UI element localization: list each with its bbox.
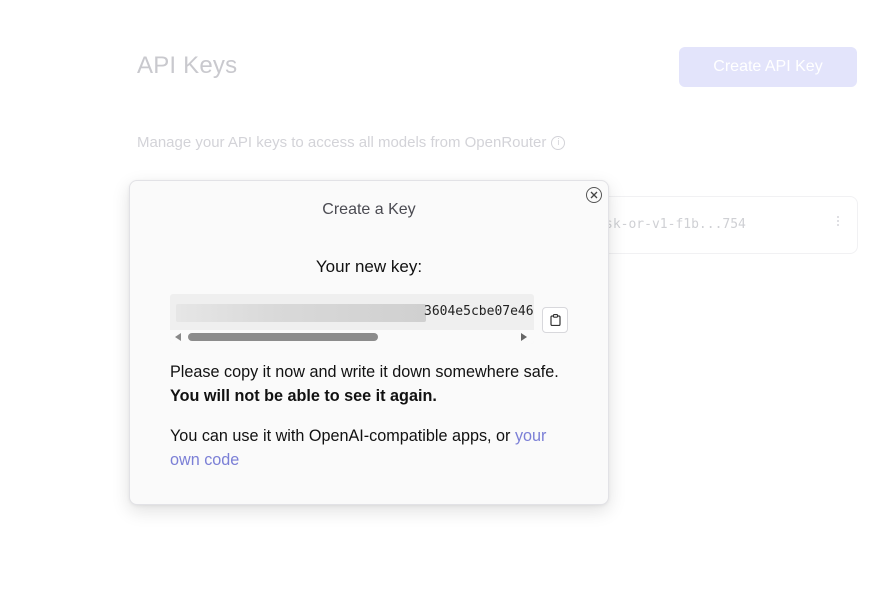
horizontal-scrollbar[interactable] [170, 330, 534, 344]
page-title: API Keys [137, 52, 238, 79]
usage-text: You can use it with OpenAI-compatible ap… [170, 427, 515, 445]
modal-title: Create a Key [322, 201, 416, 218]
page-description: Manage your API keys to access all model… [137, 134, 566, 151]
key-blurred-region [176, 304, 426, 322]
new-key-label: Your new key: [315, 257, 423, 276]
key-field[interactable]: 3604e5cbe07e46 [170, 294, 534, 344]
key-value: 3604e5cbe07e46 [424, 304, 534, 319]
kebab-menu-icon[interactable] [837, 215, 839, 227]
info-icon[interactable]: i [551, 135, 566, 150]
scroll-left-arrow-icon[interactable] [175, 333, 181, 341]
copy-warning: Please copy it now and write it down som… [170, 360, 570, 408]
create-key-modal: Create a Key Your new key: 3604e5cbe07e4… [129, 180, 609, 505]
page: API Keys Create API Key Manage your API … [0, 0, 896, 604]
scrollbar-thumb[interactable] [188, 333, 378, 341]
usage-note: You can use it with OpenAI-compatible ap… [170, 424, 570, 472]
warning-text: Please copy it now and write it down som… [170, 363, 559, 381]
page-description-text: Manage your API keys to access all model… [137, 134, 547, 151]
create-api-key-button[interactable]: Create API Key [679, 47, 857, 87]
clipboard-icon [549, 314, 561, 326]
warning-bold-text: You will not be able to see it again. [170, 387, 437, 405]
copy-key-button[interactable] [542, 307, 568, 333]
api-key-preview: sk-or-v1-f1b...754 [605, 217, 746, 232]
scroll-right-arrow-icon[interactable] [521, 333, 527, 341]
